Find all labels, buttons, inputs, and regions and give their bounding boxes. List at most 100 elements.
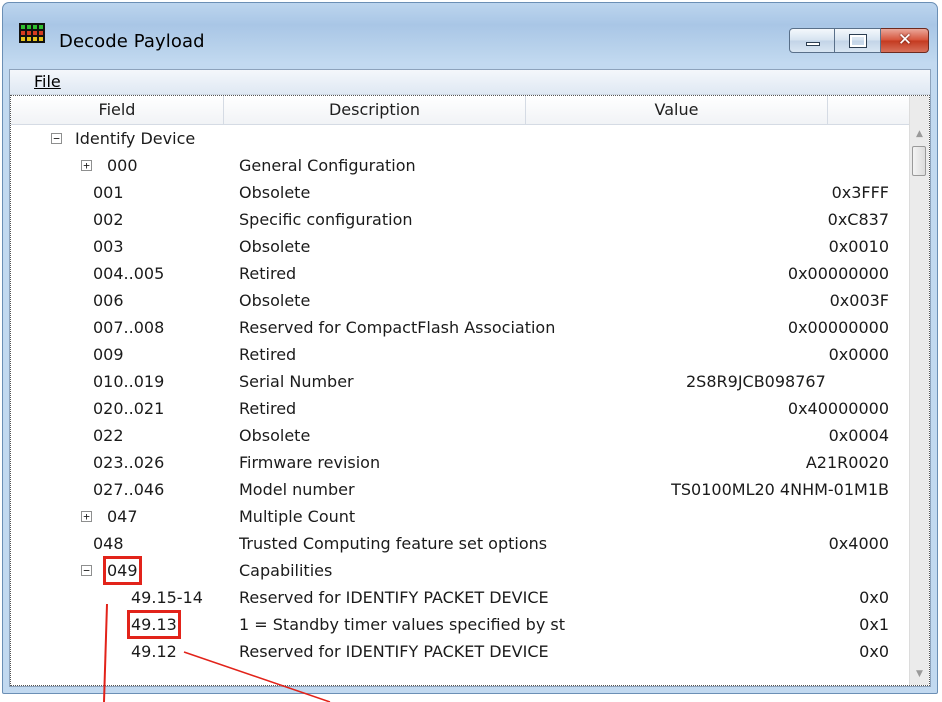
app-icon [19, 23, 45, 43]
row-value: 0x0 [859, 642, 889, 661]
row-value: 0x0004 [828, 426, 889, 445]
tree-row[interactable]: 023..026 Firmware revision A21R0020 [11, 449, 915, 476]
row-field: 047 [107, 507, 138, 526]
collapse-icon[interactable]: − [81, 565, 92, 576]
row-description: Model number [239, 480, 355, 499]
row-description: Specific configuration [239, 210, 413, 229]
column-header-description[interactable]: Description [224, 96, 526, 124]
decode-tree-view[interactable]: Field Description Value − Identify Device… [10, 95, 930, 686]
minimize-button[interactable] [789, 28, 835, 53]
menu-bar: File [10, 70, 930, 95]
expand-icon[interactable]: + [81, 511, 92, 522]
minimize-icon [806, 42, 820, 46]
row-field: 003 [93, 237, 124, 256]
row-description: Obsolete [239, 183, 311, 202]
tree-row[interactable]: 027..046 Model number TS0100ML20 4NHM-01M1… [11, 476, 915, 503]
row-value: 0x0000 [828, 345, 889, 364]
row-value: 0x3FFF [831, 183, 889, 202]
tree-row[interactable]: 010..019 Serial Number 2S8R9JCB098767 [11, 368, 915, 395]
row-description: Obsolete [239, 237, 311, 256]
menu-file[interactable]: File [34, 72, 61, 91]
column-header: Field Description Value [11, 96, 929, 125]
close-icon: ✕ [897, 30, 913, 50]
row-field: 009 [93, 345, 124, 364]
collapse-icon[interactable]: − [51, 133, 62, 144]
row-value: 0x00000000 [787, 264, 889, 283]
row-field: 004..005 [93, 264, 165, 283]
tree-row[interactable]: 002 Specific configuration 0xC837 [11, 206, 915, 233]
title-bar[interactable]: Decode Payload ✕ [3, 3, 937, 61]
column-header-value[interactable]: Value [526, 96, 828, 124]
row-value: 0x0010 [828, 237, 889, 256]
row-field: 020..021 [93, 399, 165, 418]
row-description: Capabilities [239, 561, 333, 580]
row-field: 006 [93, 291, 124, 310]
row-description: Obsolete [239, 291, 311, 310]
row-description: Multiple Count [239, 507, 356, 526]
row-field: 002 [93, 210, 124, 229]
row-value: 2S8R9JCB098767 [686, 372, 826, 391]
tree-row[interactable]: 006 Obsolete 0x003F [11, 287, 915, 314]
expand-icon[interactable]: + [81, 160, 92, 171]
row-value: 0x40000000 [787, 399, 889, 418]
tree-row[interactable]: 004..005 Retired 0x00000000 [11, 260, 915, 287]
row-value: 0xC837 [827, 210, 889, 229]
row-description: Reserved for IDENTIFY PACKET DEVICE [239, 642, 549, 661]
tree-row[interactable]: 001 Obsolete 0x3FFF [11, 179, 915, 206]
decode-payload-window: Decode Payload ✕ File Field Description … [2, 2, 938, 694]
tree-row[interactable]: 022 Obsolete 0x0004 [11, 422, 915, 449]
row-value: 0x00000000 [787, 318, 889, 337]
maximize-icon [849, 34, 867, 48]
tree-row[interactable]: − Identify Device [11, 125, 915, 152]
scroll-down-icon[interactable]: ▼ [910, 665, 929, 683]
maximize-button[interactable] [835, 28, 881, 53]
row-value: 0x4000 [828, 534, 889, 553]
field-highlight-box [103, 556, 142, 585]
row-field: 000 [107, 156, 138, 175]
row-field: 023..026 [93, 453, 165, 472]
row-value: 0x0 [859, 588, 889, 607]
row-description: Retired [239, 264, 297, 283]
row-value: A21R0020 [805, 453, 889, 472]
menu-file-label: File [34, 72, 61, 91]
tree-row[interactable]: −049 Capabilities [11, 557, 915, 584]
row-description: Reserved for CompactFlash Association [239, 318, 556, 337]
row-description: Reserved for IDENTIFY PACKET DEVICE [239, 588, 549, 607]
row-field: 048 [93, 534, 124, 553]
row-field: 49.12 [131, 642, 177, 661]
vertical-scrollbar[interactable]: ▲ ▼ [909, 96, 929, 685]
row-description: Trusted Computing feature set options [239, 534, 548, 553]
tree-row[interactable]: 49.15-14 Reserved for IDENTIFY PACKET DEV… [11, 584, 915, 611]
row-description: Retired [239, 345, 297, 364]
tree-row[interactable]: 49.12 Reserved for IDENTIFY PACKET DEVICE… [11, 638, 915, 665]
close-button[interactable]: ✕ [881, 28, 929, 53]
row-field: 49.15-14 [131, 588, 203, 607]
row-description: Firmware revision [239, 453, 381, 472]
tree-row[interactable]: 009 Retired 0x0000 [11, 341, 915, 368]
tree-row[interactable]: +000 General Configuration [11, 152, 915, 179]
client-area: File Field Description Value − Identify D… [9, 69, 931, 687]
row-field: 001 [93, 183, 124, 202]
row-value: 0x003F [829, 291, 889, 310]
row-field: Identify Device [75, 129, 196, 148]
scroll-thumb[interactable] [912, 146, 926, 176]
tree-row[interactable]: +047 Multiple Count [11, 503, 915, 530]
row-value: TS0100ML20 4NHM-01M1B [671, 480, 889, 499]
tree-row[interactable]: 007..008 Reserved for CompactFlash Associ… [11, 314, 915, 341]
tree-row[interactable]: 020..021 Retired 0x40000000 [11, 395, 915, 422]
row-field: 010..019 [93, 372, 165, 391]
row-description: Serial Number [239, 372, 354, 391]
row-field: 022 [93, 426, 124, 445]
row-description: Obsolete [239, 426, 311, 445]
scroll-up-icon[interactable]: ▲ [910, 125, 929, 143]
column-header-field[interactable]: Field [11, 96, 224, 124]
window-title: Decode Payload [59, 31, 205, 52]
row-description: General Configuration [239, 156, 416, 175]
tree-row[interactable]: 003 Obsolete 0x0010 [11, 233, 915, 260]
row-field: 027..046 [93, 480, 165, 499]
row-description: Retired [239, 399, 297, 418]
row-field: 007..008 [93, 318, 165, 337]
tree-row[interactable]: 048 Trusted Computing feature set options… [11, 530, 915, 557]
row-description: 1 = Standby timer values specified by st [239, 615, 565, 634]
field-highlight-box [127, 610, 181, 639]
